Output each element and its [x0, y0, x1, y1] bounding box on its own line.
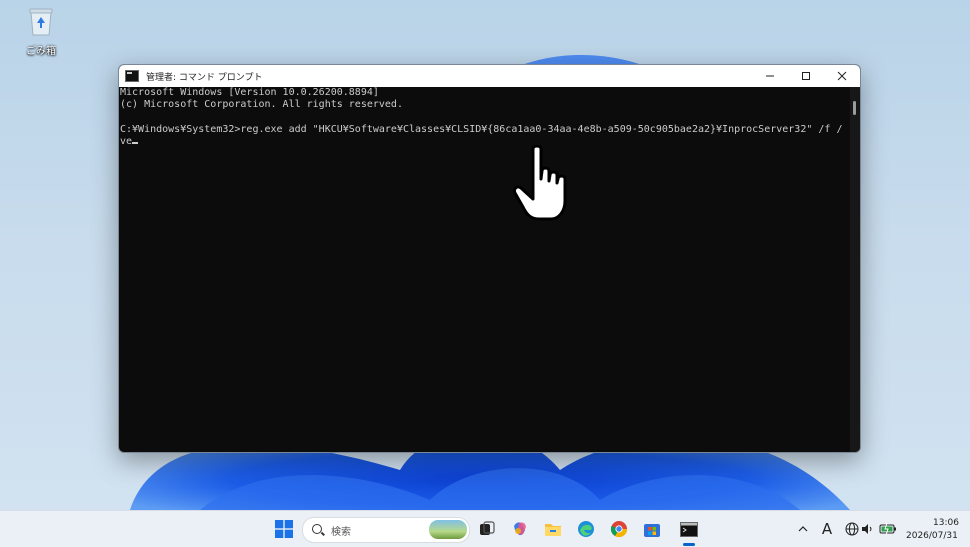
volume-button[interactable] [857, 518, 879, 540]
windows-start-icon [275, 520, 293, 538]
text-cursor [132, 141, 139, 144]
minimize-button[interactable] [752, 65, 788, 87]
edge-button[interactable] [575, 518, 597, 540]
file-explorer-icon [545, 524, 561, 536]
taskbar-search-box[interactable]: 検索 [302, 517, 470, 543]
close-icon [837, 71, 847, 81]
store-icon [644, 524, 660, 537]
scrollbar-thumb[interactable] [853, 101, 856, 115]
recycle-bin-icon [29, 8, 53, 36]
command-prompt-taskbar-button[interactable] [678, 518, 700, 540]
clock-time[interactable]: 13:06 [933, 518, 959, 528]
edge-icon [578, 521, 594, 537]
store-button[interactable] [641, 518, 663, 540]
copilot-button[interactable] [509, 518, 531, 540]
maximize-icon [802, 72, 810, 80]
recycle-bin[interactable]: ごみ箱 [18, 6, 64, 57]
console-line: ve [120, 135, 133, 147]
terminal-icon [680, 521, 698, 537]
window-title: 管理者: コマンド プロンプト [146, 72, 263, 83]
start-button[interactable] [273, 518, 295, 540]
chrome-icon [610, 521, 628, 538]
search-placeholder: 検索 [331, 527, 351, 538]
file-explorer-button[interactable] [542, 518, 564, 540]
recycle-bin-label: ごみ箱 [26, 46, 56, 57]
clock-date[interactable]: 2026/07/31 [906, 531, 958, 541]
console-output[interactable]: Microsoft Windows [Version 10.0.26200.88… [119, 87, 850, 452]
hand-pointer-icon [513, 145, 567, 221]
cmd-icon [125, 70, 139, 82]
ime-indicator[interactable]: A [816, 518, 838, 540]
copilot-icon [514, 522, 526, 536]
minimize-icon [766, 75, 774, 77]
show-hidden-icons-button[interactable] [792, 518, 814, 540]
maximize-button[interactable] [788, 65, 824, 87]
console-input-line: ve [120, 136, 850, 148]
task-view-icon [480, 521, 495, 535]
chevron-up-icon [798, 526, 808, 532]
title-bar[interactable]: 管理者: コマンド プロンプト [119, 65, 860, 87]
search-icon [312, 524, 322, 534]
chrome-button[interactable] [608, 518, 630, 540]
search-highlight-image [429, 520, 467, 539]
vertical-scrollbar[interactable] [850, 87, 860, 452]
command-prompt-window[interactable]: 管理者: コマンド プロンプト Microsoft Windows [Versi… [118, 64, 861, 453]
console-line: (c) Microsoft Corporation. All rights re… [120, 99, 403, 111]
close-button[interactable] [824, 65, 860, 87]
console-line: Microsoft Windows [Version 10.0.26200.88… [120, 87, 379, 98]
task-view-button[interactable] [476, 518, 498, 540]
speaker-icon [862, 524, 872, 534]
console-line: C:¥Windows¥System32>reg.exe add "HKCU¥So… [120, 123, 843, 135]
battery-button[interactable] [877, 518, 899, 540]
taskbar: 検索 A 13:06 2026/07/31 [0, 510, 970, 547]
battery-icon [879, 523, 896, 535]
